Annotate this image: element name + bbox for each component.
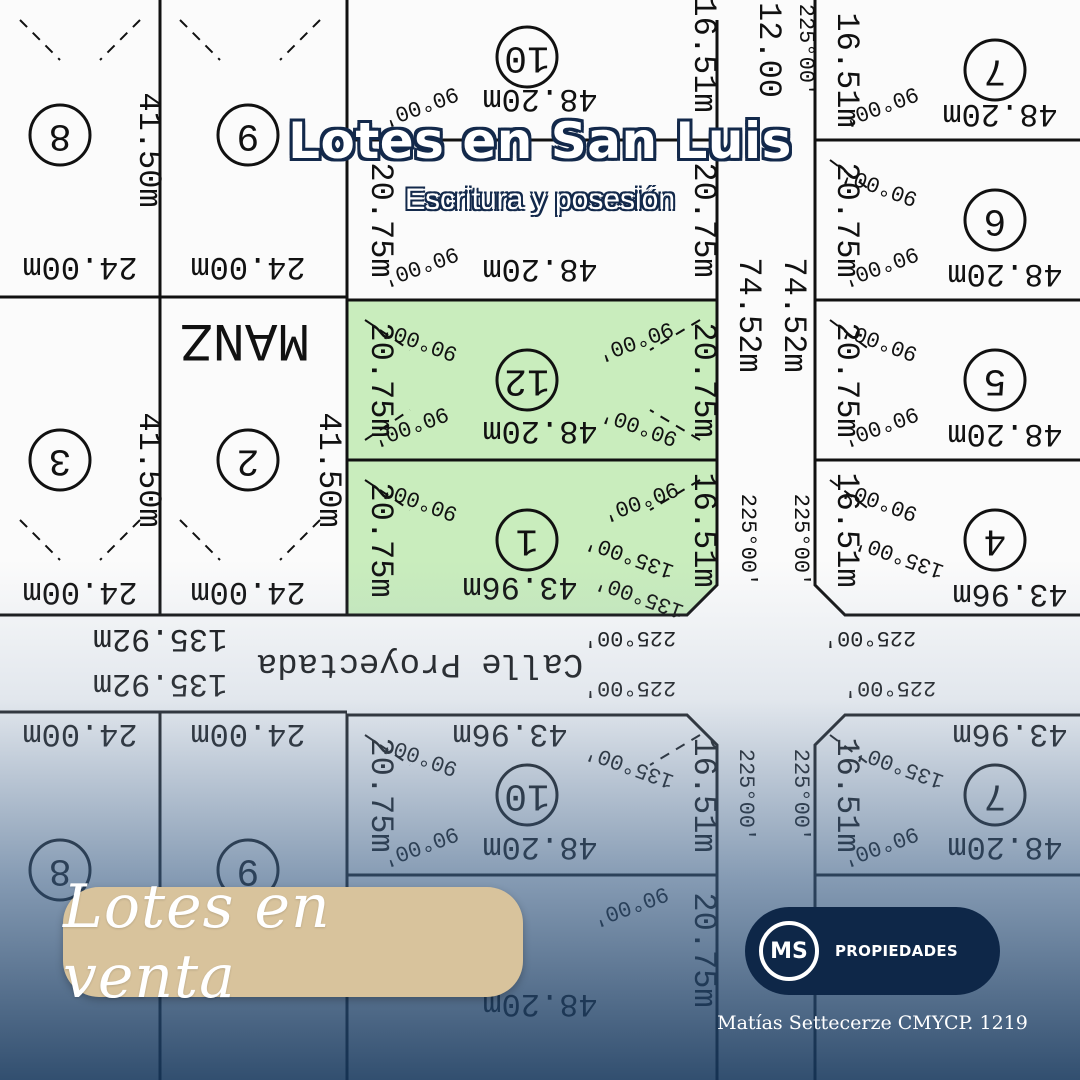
dim-24-00-lower-left: 24.00m <box>22 573 137 610</box>
angle-225-street-4: 225°00' <box>844 675 936 700</box>
dim-16-51-lower-right: 16.51m <box>685 737 722 852</box>
angle-225-top: 225°00' <box>793 4 818 96</box>
badge-label: Lotes en venta <box>63 872 331 1012</box>
dim-74-52-b: 74.52m <box>775 257 812 372</box>
dim-20-75-lot12-right: 20.75m <box>685 322 722 437</box>
dim-48-20-lower: 48.20m <box>482 828 597 865</box>
angle-225-d: 225°00' <box>788 749 813 841</box>
dim-24-00-bottom-right: 24.00m <box>190 715 305 752</box>
dim-74-52-a: 74.52m <box>730 257 767 372</box>
page-subtitle: Escritura y posesión <box>404 183 676 216</box>
angle-135-c: 135°00' <box>852 528 947 583</box>
angle-225-street-3: 225°00' <box>824 625 916 650</box>
brand-badge: MS PROPIEDADES <box>745 907 1000 995</box>
lots-for-sale-badge: Lotes en venta <box>63 872 523 1012</box>
dim-24-00-lower-right: 24.00m <box>190 573 305 610</box>
dim-135-92-b: 135.92m <box>93 665 227 702</box>
ms-logo-icon: MS <box>759 921 819 981</box>
dim-24-00-bottom-left: 24.00m <box>22 715 137 752</box>
dim-48-20-lot12: 48.20m <box>482 412 597 449</box>
dim-16-51-lot10-right: 16.51m <box>685 0 722 113</box>
dim-48-20-right-5: 48.20m <box>947 415 1062 452</box>
dim-43-96-lower-right: 43.96m <box>952 715 1067 752</box>
block-label: MANZ <box>180 308 310 369</box>
angle-225-street-2: 225°00' <box>584 675 676 700</box>
lot-number-10-lower: 10 <box>504 774 550 817</box>
lot-number-7: 7 <box>984 49 1007 92</box>
dim-20-75-lot11-right: 20.75m <box>685 162 722 277</box>
dim-24-00-right: 24.00m <box>190 248 305 285</box>
dim-135-92-a: 135.92m <box>93 620 227 657</box>
angle-225-street-1: 225°00' <box>584 625 676 650</box>
angle-225-b: 225°00' <box>788 494 813 586</box>
angle-225-c: 225°00' <box>733 749 758 841</box>
dim-20-75-bottom-right: 20.75m <box>685 892 722 1007</box>
dim-16-51-lot1-right: 16.51m <box>685 472 722 587</box>
lot-number-10: 10 <box>504 36 550 79</box>
lot-number-7-lower: 7 <box>984 774 1007 817</box>
lot-number-1: 1 <box>516 519 539 562</box>
dim-43-96-lot1: 43.96m <box>462 568 577 605</box>
lot-number-5: 5 <box>984 359 1007 402</box>
angle-135-e: 135°00' <box>852 738 947 793</box>
dim-43-96-right-4: 43.96m <box>952 575 1067 612</box>
lot-number-12: 12 <box>504 359 550 402</box>
lot-number-3: 3 <box>49 439 72 482</box>
promo-card: 8 9 10 12 1 2 3 4 5 6 7 10 7 8 9 48.20m … <box>0 0 1080 1080</box>
angle-225-a: 225°00' <box>735 494 760 586</box>
dim-41-50-c: 41.50m <box>310 412 347 527</box>
brand-name: PROPIEDADES <box>835 942 958 960</box>
agent-credit: Matías Settecerze CMYCP. 1219 <box>717 1012 1028 1034</box>
dim-24-00-left: 24.00m <box>22 248 137 285</box>
dim-41-50-b: 41.50m <box>130 412 167 527</box>
dim-20-75-lot11-left: 20.75m <box>362 162 399 277</box>
angle-90-q: 90°00' <box>589 880 672 931</box>
dim-43-96-lower: 43.96m <box>452 715 567 752</box>
dim-48-20-right-6: 48.20m <box>947 255 1062 292</box>
lot-number-4: 4 <box>984 519 1007 562</box>
dim-12-00: 12.00 <box>750 2 787 98</box>
dim-48-20-mid: 48.20m <box>482 250 597 287</box>
street-label: Calle Proyectada <box>257 644 583 682</box>
page-title: Lotes en San Luis <box>288 112 792 170</box>
angle-135-d: 135°00' <box>582 738 677 793</box>
dim-48-20-lower-right: 48.20m <box>947 828 1062 865</box>
lot-number-2: 2 <box>237 439 260 482</box>
